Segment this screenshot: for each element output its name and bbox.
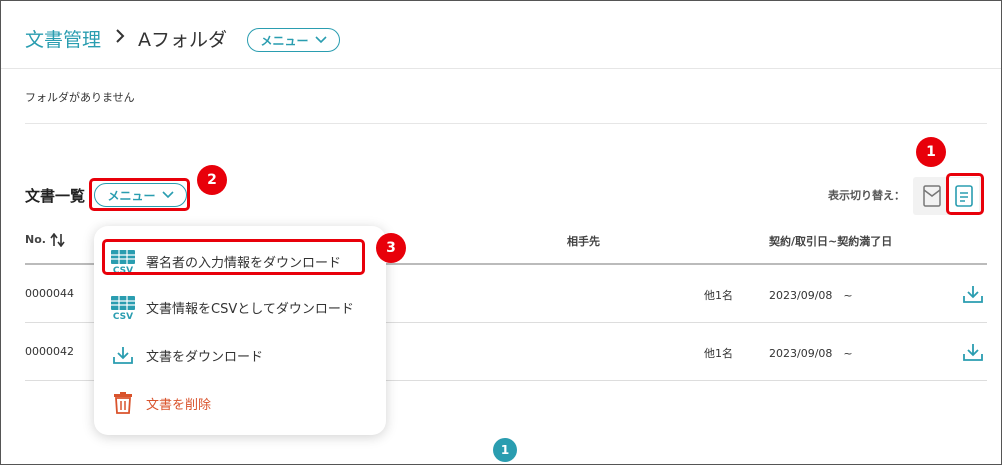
menu-item-delete-document[interactable]: 文書を削除 [110, 386, 211, 420]
annotation-badge-1: 1 [916, 137, 946, 167]
folder-menu-label: メニュー [260, 33, 309, 48]
chevron-right-icon [116, 29, 125, 43]
card-view-button[interactable] [917, 178, 947, 214]
menu-item-label: 文書を削除 [146, 397, 212, 413]
page-header: 文書管理 Aフォルダ メニュー [1, 1, 1001, 69]
annotation-highlight-signer-download [102, 239, 365, 275]
trash-icon [110, 390, 136, 416]
download-icon [110, 342, 136, 368]
annotation-badge-3: 3 [376, 233, 406, 263]
annotation-highlight-list-view [946, 173, 984, 215]
breadcrumb-root-link[interactable]: 文書管理 [25, 25, 101, 52]
column-header-date: 契約/取引日~契約満了日 [769, 235, 893, 248]
row-2-date: 2023/09/08 ~ [769, 347, 853, 360]
download-icon[interactable] [962, 284, 984, 304]
row-1-date: 2023/09/08 ~ [769, 289, 853, 302]
column-header-no: No. [25, 233, 46, 246]
row-1-no[interactable]: 0000044 [25, 287, 74, 300]
csv-icon: CSV [110, 294, 136, 320]
row-2-no[interactable]: 0000042 [25, 345, 74, 358]
row-1-counterparty: 他1名 [704, 289, 733, 302]
current-folder-title: Aフォルダ [138, 29, 227, 51]
document-management-page: 文書管理 Aフォルダ メニュー フォルダがありません 文書一覧 メニュー 表示切… [0, 0, 1002, 465]
annotation-badge-2: 2 [197, 165, 227, 195]
chevron-down-icon [314, 36, 327, 44]
annotation-highlight-menu [89, 178, 190, 211]
svg-text:CSV: CSV [113, 312, 133, 320]
menu-item-label: 文書情報をCSVとしてダウンロード [146, 301, 354, 317]
folder-menu-button[interactable]: メニュー [247, 28, 340, 52]
row-2-counterparty: 他1名 [704, 347, 733, 360]
view-toggle-label: 表示切り替え： [828, 189, 905, 202]
menu-item-download-document[interactable]: 文書をダウンロード [110, 338, 263, 372]
sort-icon[interactable] [50, 233, 66, 247]
pagination-page-button[interactable]: 1 [493, 438, 517, 462]
menu-item-label: 文書をダウンロード [146, 349, 264, 365]
download-icon[interactable] [962, 342, 984, 362]
column-header-counterparty: 相手先 [567, 235, 600, 248]
document-list-title: 文書一覧 [25, 187, 86, 205]
section-divider [25, 123, 987, 124]
menu-item-download-document-csv[interactable]: CSV 文書情報をCSVとしてダウンロード [110, 290, 354, 324]
card-view-icon [923, 185, 941, 207]
empty-folder-message: フォルダがありません [25, 91, 135, 104]
